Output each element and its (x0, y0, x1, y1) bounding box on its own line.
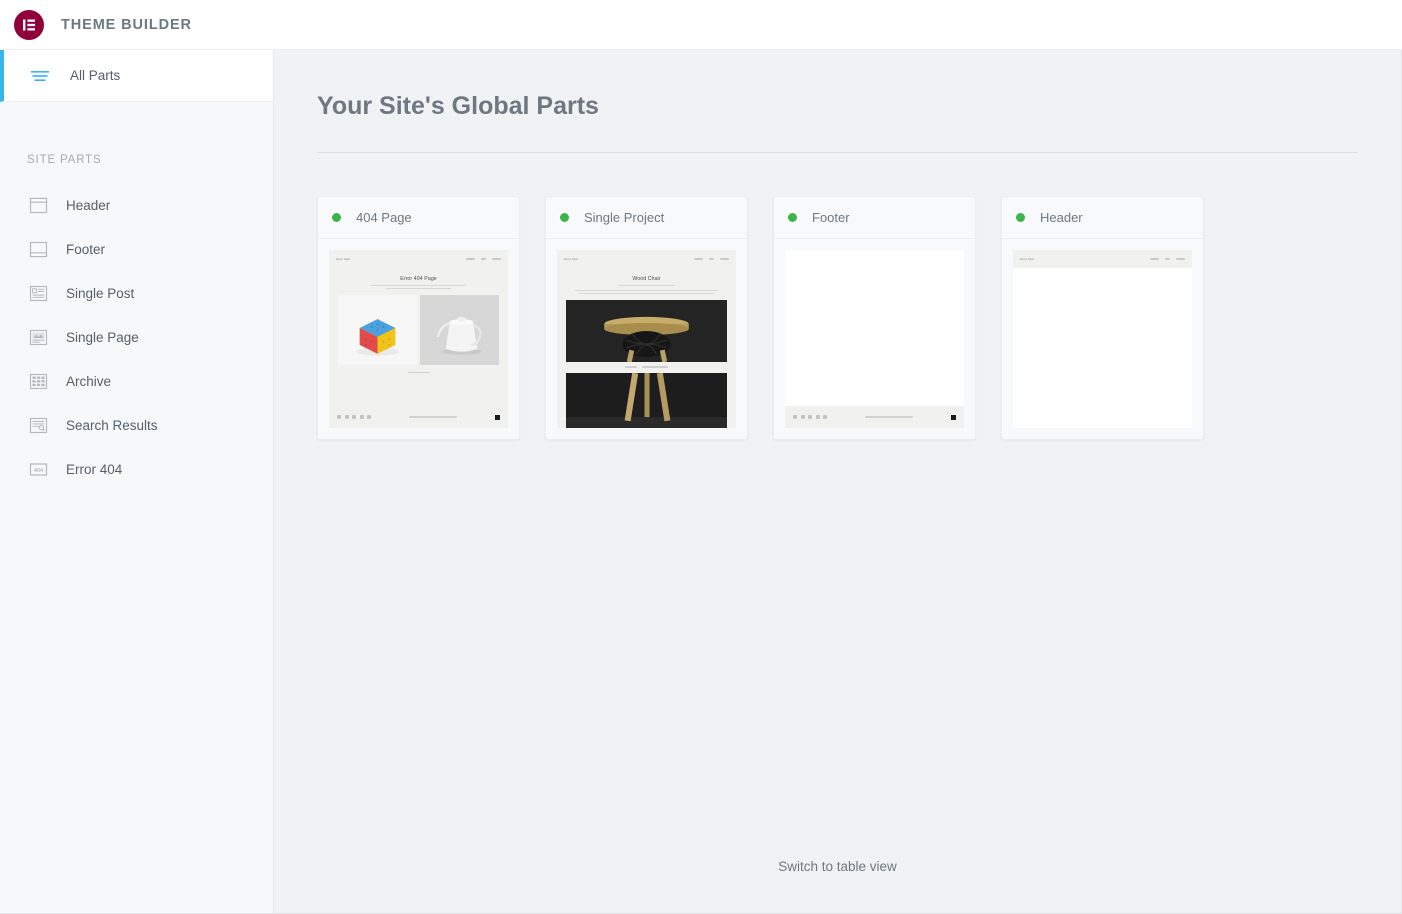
single-post-icon (27, 282, 49, 304)
sidebar-item-label: Footer (66, 241, 106, 257)
preview-menu (694, 258, 729, 260)
header-layout-icon (27, 194, 49, 216)
preview-navbar: Hero Spot (557, 250, 736, 268)
card-preview-thumbnail (785, 250, 964, 428)
main-content: Your Site's Global Parts 404 Page Hero S… (274, 50, 1402, 914)
preview-blank-area (785, 250, 964, 428)
search-results-icon (27, 414, 49, 436)
preview-footer (785, 406, 964, 428)
sidebar-section-label: SITE PARTS (27, 154, 102, 166)
error-404-icon: 404 (27, 458, 49, 480)
single-page-icon (27, 326, 49, 348)
sidebar-item-label: Archive (66, 373, 112, 389)
preview-navbar: Hero Spot (1013, 250, 1192, 268)
preview-badge-icon (951, 414, 956, 420)
card-header: Header (1002, 197, 1203, 239)
archive-grid-icon (27, 370, 49, 392)
preview-single-project: Hero Spot Wood Chair (557, 250, 736, 428)
preview-404-page: Hero Spot Error 404 Page (329, 250, 508, 428)
sidebar-item-archive[interactable]: Archive (0, 359, 273, 403)
wood-chair-image-primary (566, 300, 727, 363)
switch-view-row: Switch to table view (274, 858, 1401, 876)
sidebar-item-footer[interactable]: Footer (0, 227, 273, 271)
sidebar-item-label: Single Post (66, 285, 135, 301)
green-dot-icon (332, 213, 341, 222)
preview-social-icons (793, 415, 827, 419)
part-card-header[interactable]: Header Hero Spot (1001, 196, 1204, 440)
sidebar-nav-list: Header Footer Single Post Single Page Ar… (0, 183, 273, 491)
card-preview-thumbnail: Hero Spot Error 404 Page (329, 250, 508, 428)
sidebar-item-label: Header (66, 197, 111, 213)
sidebar-item-label: Search Results (66, 417, 158, 433)
card-header: Single Project (546, 197, 747, 239)
part-card-404-page[interactable]: 404 Page Hero Spot Error 404 Page (317, 196, 520, 440)
parts-card-grid: 404 Page Hero Spot Error 404 Page Single… (317, 196, 1358, 440)
preview-social-icons (337, 415, 371, 419)
sidebar-item-single-page[interactable]: Single Page (0, 315, 273, 359)
page-title: THEME BUILDER (61, 16, 192, 33)
preview-copyright (865, 416, 913, 418)
sidebar-item-search-results[interactable]: Search Results (0, 403, 273, 447)
switch-to-table-view-link[interactable]: Switch to table view (778, 859, 897, 874)
green-dot-icon (788, 213, 797, 222)
sidebar-item-header[interactable]: Header (0, 183, 273, 227)
card-header: 404 Page (318, 197, 519, 239)
sidebar: All Parts SITE PARTS Header Footer Singl… (0, 50, 274, 914)
preview-header-part: Hero Spot (1013, 250, 1192, 428)
rubiks-cube-image (338, 294, 417, 365)
preview-bodytext (574, 290, 719, 295)
card-preview-thumbnail: Hero Spot Wood Chair (557, 250, 736, 428)
preview-subtext (363, 285, 474, 289)
card-header: Footer (774, 197, 975, 239)
preview-navbar: Hero Spot (329, 250, 508, 268)
part-card-single-project[interactable]: Single Project Hero Spot Wood Chair (545, 196, 748, 440)
sidebar-item-label: All Parts (70, 68, 121, 83)
app-header: THEME BUILDER (0, 0, 1402, 50)
card-title: 404 Page (356, 210, 412, 225)
wood-chair-image-secondary (566, 372, 727, 428)
elementor-logo-icon[interactable] (14, 9, 44, 40)
preview-image-row (338, 294, 499, 365)
preview-badge-icon (495, 414, 500, 420)
preview-heading: Error 404 Page (400, 276, 437, 282)
preview-logo-text: Hero Spot (1020, 257, 1035, 261)
section-heading: Your Site's Global Parts (317, 92, 599, 120)
sidebar-item-error-404[interactable]: 404 Error 404 (0, 447, 273, 491)
preview-footer-part (785, 250, 964, 428)
card-title: Footer (812, 210, 850, 225)
sidebar-item-label: Error 404 (66, 461, 123, 477)
card-title: Single Project (584, 210, 665, 225)
preview-menu (466, 258, 501, 260)
preview-subtext (591, 285, 702, 287)
preview-heading: Wood Chair (632, 276, 661, 282)
sidebar-item-single-post[interactable]: Single Post (0, 271, 273, 315)
card-preview-thumbnail: Hero Spot (1013, 250, 1192, 428)
heading-divider (317, 152, 1358, 153)
app-body: All Parts SITE PARTS Header Footer Singl… (0, 50, 1402, 914)
kettle-image (420, 294, 499, 365)
preview-logo-text: Hero Spot (336, 257, 351, 261)
footer-layout-icon (27, 238, 49, 260)
card-title: Header (1040, 210, 1083, 225)
preview-menu (1150, 258, 1185, 260)
preview-blank-area (1013, 268, 1192, 428)
preview-caption (407, 371, 430, 374)
part-card-footer[interactable]: Footer (773, 196, 976, 440)
preview-logo-text: Hero Spot (564, 257, 579, 261)
svg-text:404: 404 (34, 468, 43, 474)
green-dot-icon (1016, 213, 1025, 222)
preview-meta-row (557, 366, 736, 368)
preview-copyright (409, 416, 457, 418)
filter-lines-icon (31, 70, 53, 82)
sidebar-item-label: Single Page (66, 329, 139, 345)
green-dot-icon (560, 213, 569, 222)
preview-footer (329, 406, 508, 428)
sidebar-item-all-parts[interactable]: All Parts (0, 50, 273, 102)
